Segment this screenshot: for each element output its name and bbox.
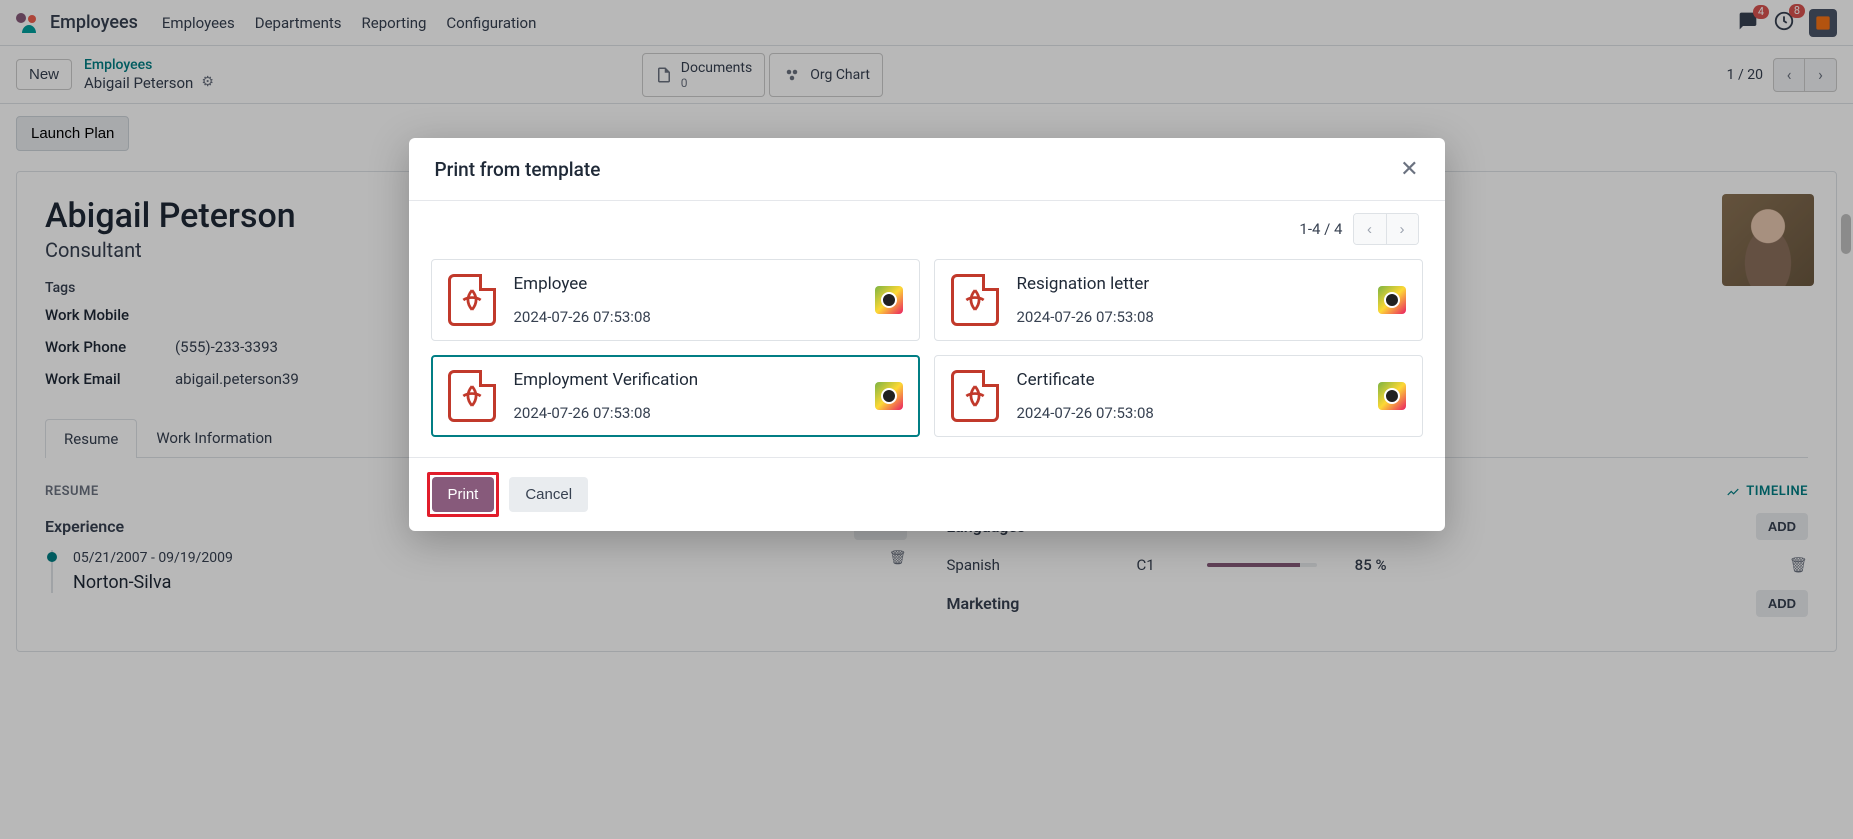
- pdf-icon: [951, 274, 999, 326]
- cancel-button[interactable]: Cancel: [509, 477, 588, 512]
- template-thumbnail: [875, 286, 903, 314]
- modal-pager-next[interactable]: ›: [1386, 214, 1418, 244]
- template-date: 2024-07-26 07:53:08: [1017, 404, 1360, 422]
- template-thumbnail: [875, 382, 903, 410]
- template-date: 2024-07-26 07:53:08: [1017, 308, 1360, 326]
- close-icon[interactable]: ✕: [1400, 156, 1418, 182]
- template-card[interactable]: Employment Verification 2024-07-26 07:53:…: [431, 355, 920, 437]
- modal-pager-text: 1-4 / 4: [1299, 220, 1342, 238]
- template-grid: Employee2024-07-26 07:53:08Resignation l…: [427, 259, 1427, 437]
- modal-overlay: Print from template ✕ 1-4 / 4 ‹ › Employ…: [0, 0, 1853, 839]
- modal-pager-prev[interactable]: ‹: [1354, 214, 1386, 244]
- template-date: 2024-07-26 07:53:08: [514, 308, 857, 326]
- print-button[interactable]: Print: [432, 477, 495, 512]
- pdf-icon: [448, 370, 496, 422]
- print-button-highlight: Print: [427, 472, 500, 517]
- pdf-icon: [448, 274, 496, 326]
- modal-title: Print from template: [435, 158, 601, 181]
- template-name: Employee: [514, 274, 857, 294]
- template-card[interactable]: Employee 2024-07-26 07:53:08: [431, 259, 920, 341]
- template-card[interactable]: Certificate 2024-07-26 07:53:08: [934, 355, 1423, 437]
- template-thumbnail: [1378, 382, 1406, 410]
- template-name: Resignation letter: [1017, 274, 1360, 294]
- template-name: Certificate: [1017, 370, 1360, 390]
- template-thumbnail: [1378, 286, 1406, 314]
- pdf-icon: [951, 370, 999, 422]
- template-card[interactable]: Resignation letter 2024-07-26 07:53:08: [934, 259, 1423, 341]
- template-date: 2024-07-26 07:53:08: [514, 404, 857, 422]
- print-template-modal: Print from template ✕ 1-4 / 4 ‹ › Employ…: [409, 138, 1445, 531]
- template-name: Employment Verification: [514, 370, 857, 390]
